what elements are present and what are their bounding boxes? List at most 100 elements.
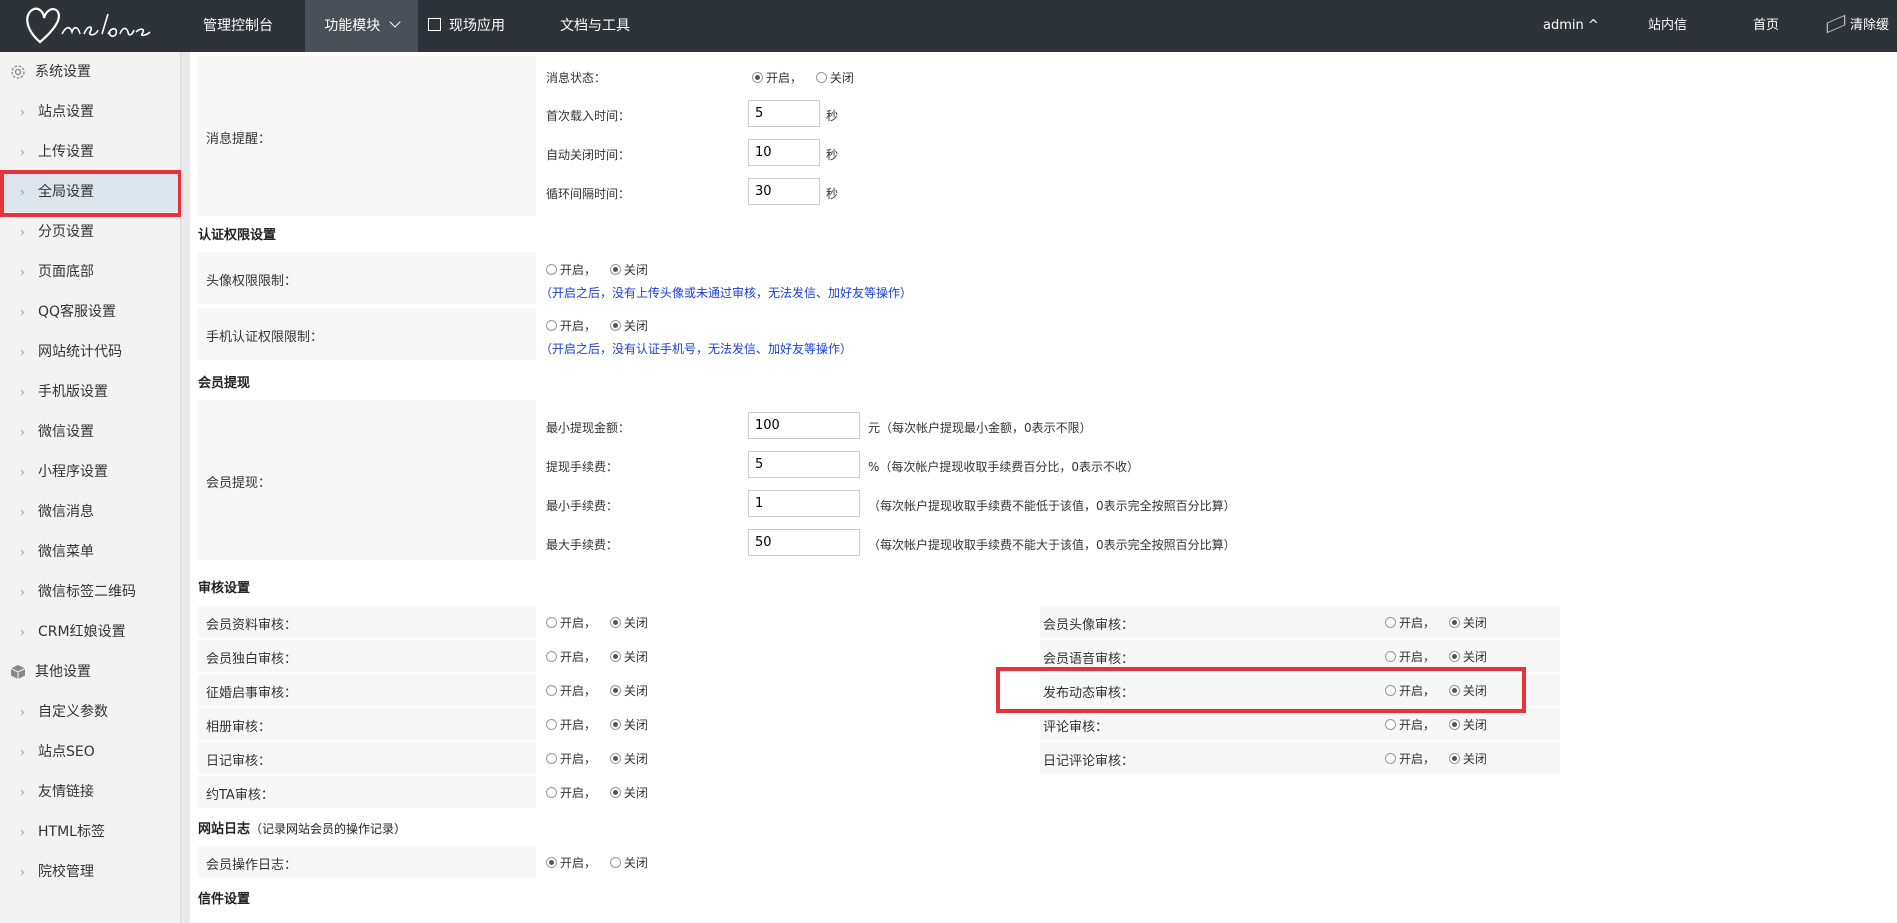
sidebar-item-upload[interactable]: › 上传设置 (0, 132, 180, 172)
loop-interval-input[interactable]: 30 (748, 178, 820, 205)
sidebar-item-wechat-messages[interactable]: › 微信消息 (0, 492, 180, 532)
audit-date-on-radio[interactable] (546, 787, 557, 798)
min-fee-label: 最小手续费： (546, 499, 619, 513)
audit-monologue-on-radio[interactable] (546, 651, 557, 662)
clear-cache-button[interactable]: 清除缓存 (1826, 0, 1897, 85)
home-link[interactable]: 首页 (1753, 0, 1779, 52)
audit-profile-on-radio[interactable] (546, 617, 557, 628)
audit-voice-off-radio[interactable] (1448, 651, 1460, 662)
avatar-auth-label: 头像权限限制： (206, 274, 298, 289)
audit-post-on-radio[interactable] (1385, 685, 1396, 696)
audit-album-on-radio[interactable] (546, 719, 557, 730)
sidebar-item-qq[interactable]: › QQ客服设置 (0, 292, 180, 332)
audit-post-off-radio[interactable] (1448, 685, 1460, 696)
sidebar-item-footer[interactable]: › 页面底部 (0, 252, 180, 292)
cube-icon (428, 18, 441, 31)
sidebar-group-system[interactable]: 系统设置 (0, 52, 180, 92)
radio-label: 开启， (1399, 684, 1436, 698)
audit-voice-on-radio[interactable] (1385, 651, 1396, 662)
audit-diary-on-radio[interactable] (546, 753, 557, 764)
auth-section-title: 认证权限设置 (198, 228, 277, 243)
radio-label: 关闭 (1462, 684, 1487, 698)
first-load-input[interactable]: 5 (748, 100, 820, 127)
radio-label: 关闭 (623, 616, 648, 630)
audit-avatar-on-radio[interactable] (1385, 617, 1396, 628)
audit-diary-comment-off-radio[interactable] (1448, 753, 1460, 764)
brand-logo[interactable] (22, 4, 162, 48)
log-section-title: 网站日志（记录网站会员的操作记录） (198, 818, 406, 837)
mobile-auth-on-radio[interactable] (546, 320, 557, 331)
site-messages-link[interactable]: 站内信 (1648, 0, 1687, 52)
sidebar-item-wechat-menu[interactable]: › 微信菜单 (0, 532, 180, 572)
min-amount-input[interactable]: 100 (748, 412, 860, 439)
sidebar-item-seo[interactable]: › 站点SEO (0, 732, 180, 772)
sidebar-group-other[interactable]: 其他设置 (0, 652, 180, 692)
mobile-auth-off-radio[interactable] (609, 320, 621, 331)
sidebar-item-pagination[interactable]: › 分页设置 (0, 212, 180, 252)
radio-label: 关闭 (623, 752, 648, 766)
sidebar-item-wechat-qrcode[interactable]: › 微信标签二维码 (0, 572, 180, 612)
member-log-off-radio[interactable] (609, 857, 621, 868)
audit-date-off-radio[interactable] (609, 787, 621, 798)
avatar-auth-off-radio[interactable] (609, 264, 621, 275)
sidebar-item-miniprogram[interactable]: › 小程序设置 (0, 452, 180, 492)
radio-label: 关闭 (623, 650, 648, 664)
site-messages-label: 站内信 (1648, 18, 1688, 33)
sidebar-item-label: 站点设置 (38, 104, 94, 120)
nav-function-modules[interactable]: 功能模块 (305, 0, 418, 52)
audit-diary-comment-on-radio[interactable] (1385, 753, 1396, 764)
nav-docs-tools[interactable]: 文档与工具 (560, 0, 660, 52)
audit-label: 会员头像审核： (1043, 618, 1135, 633)
audit-profile-off-radio[interactable] (609, 617, 621, 628)
max-fee-input[interactable]: 50 (748, 529, 860, 556)
audit-voice-radios: 开启， 关闭 (1385, 648, 1487, 665)
sidebar-item-wechat[interactable]: › 微信设置 (0, 412, 180, 452)
auto-close-input[interactable]: 10 (748, 139, 820, 166)
radio-label: 开启， (1399, 650, 1436, 664)
audit-diary-off-radio[interactable] (609, 753, 621, 764)
audit-marriage-off-radio[interactable] (609, 685, 621, 696)
sidebar-item-mobile[interactable]: › 手机版设置 (0, 372, 180, 412)
audit-comment-off-radio[interactable] (1448, 719, 1460, 730)
sidebar-item-label: HTML标签 (38, 824, 105, 840)
sidebar-item-custom-params[interactable]: › 自定义参数 (0, 692, 180, 732)
audit-monologue-off-radio[interactable] (609, 651, 621, 662)
audit-profile-radios: 开启， 关闭 (546, 614, 648, 631)
nav-admin-console[interactable]: 管理控制台 (188, 0, 288, 52)
log-title: 网站日志 (198, 822, 251, 837)
msg-status-off-radio[interactable] (815, 72, 827, 83)
first-load-label: 首次载入时间： (546, 109, 631, 123)
nav-field-apps[interactable]: 现场应用 (428, 0, 528, 52)
audit-avatar-off-radio[interactable] (1448, 617, 1460, 628)
avatar-auth-radios: 开启， 关闭 (546, 261, 648, 278)
member-log-on-radio[interactable] (546, 857, 557, 868)
audit-date-radios: 开启， 关闭 (546, 784, 648, 801)
fee-note: %（每次帐户提现收取手续费百分比，0表示不收） (868, 460, 1140, 474)
audit-label: 约TA审核： (206, 788, 274, 803)
audit-album-off-radio[interactable] (609, 719, 621, 730)
avatar-auth-on-radio[interactable] (546, 264, 557, 275)
audit-comment-on-radio[interactable] (1385, 719, 1396, 730)
fee-input[interactable]: 5 (748, 451, 860, 478)
sidebar-item-label: 分页设置 (38, 224, 94, 240)
radio-label: 关闭 (623, 319, 648, 333)
min-fee-note: （每次帐户提现收取手续费不能低于该值，0表示完全按照百分比算） (868, 499, 1236, 513)
sidebar-scroll-gutter (181, 52, 190, 923)
broom-icon (1826, 14, 1846, 34)
sidebar-item-site[interactable]: › 站点设置 (0, 92, 180, 132)
chevron-right-icon: › (20, 305, 25, 319)
audit-comment-radios: 开启， 关闭 (1385, 716, 1487, 733)
sidebar-item-html-tags[interactable]: › HTML标签 (0, 812, 180, 852)
sidebar-item-schools[interactable]: › 院校管理 (0, 852, 180, 892)
msg-status-on-radio[interactable] (752, 72, 763, 83)
user-menu[interactable]: admin ^ (1543, 0, 1599, 52)
sidebar-item-links[interactable]: › 友情链接 (0, 772, 180, 812)
sidebar-item-global[interactable]: › 全局设置 (0, 172, 180, 212)
sidebar-item-stats[interactable]: › 网站统计代码 (0, 332, 180, 372)
audit-marriage-on-radio[interactable] (546, 685, 557, 696)
min-fee-input[interactable]: 1 (748, 490, 860, 517)
chevron-right-icon: › (20, 185, 25, 199)
chevron-right-icon: › (20, 545, 25, 559)
sidebar-item-label: 微信消息 (38, 504, 94, 520)
sidebar-item-crm[interactable]: › CRM红娘设置 (0, 612, 180, 652)
